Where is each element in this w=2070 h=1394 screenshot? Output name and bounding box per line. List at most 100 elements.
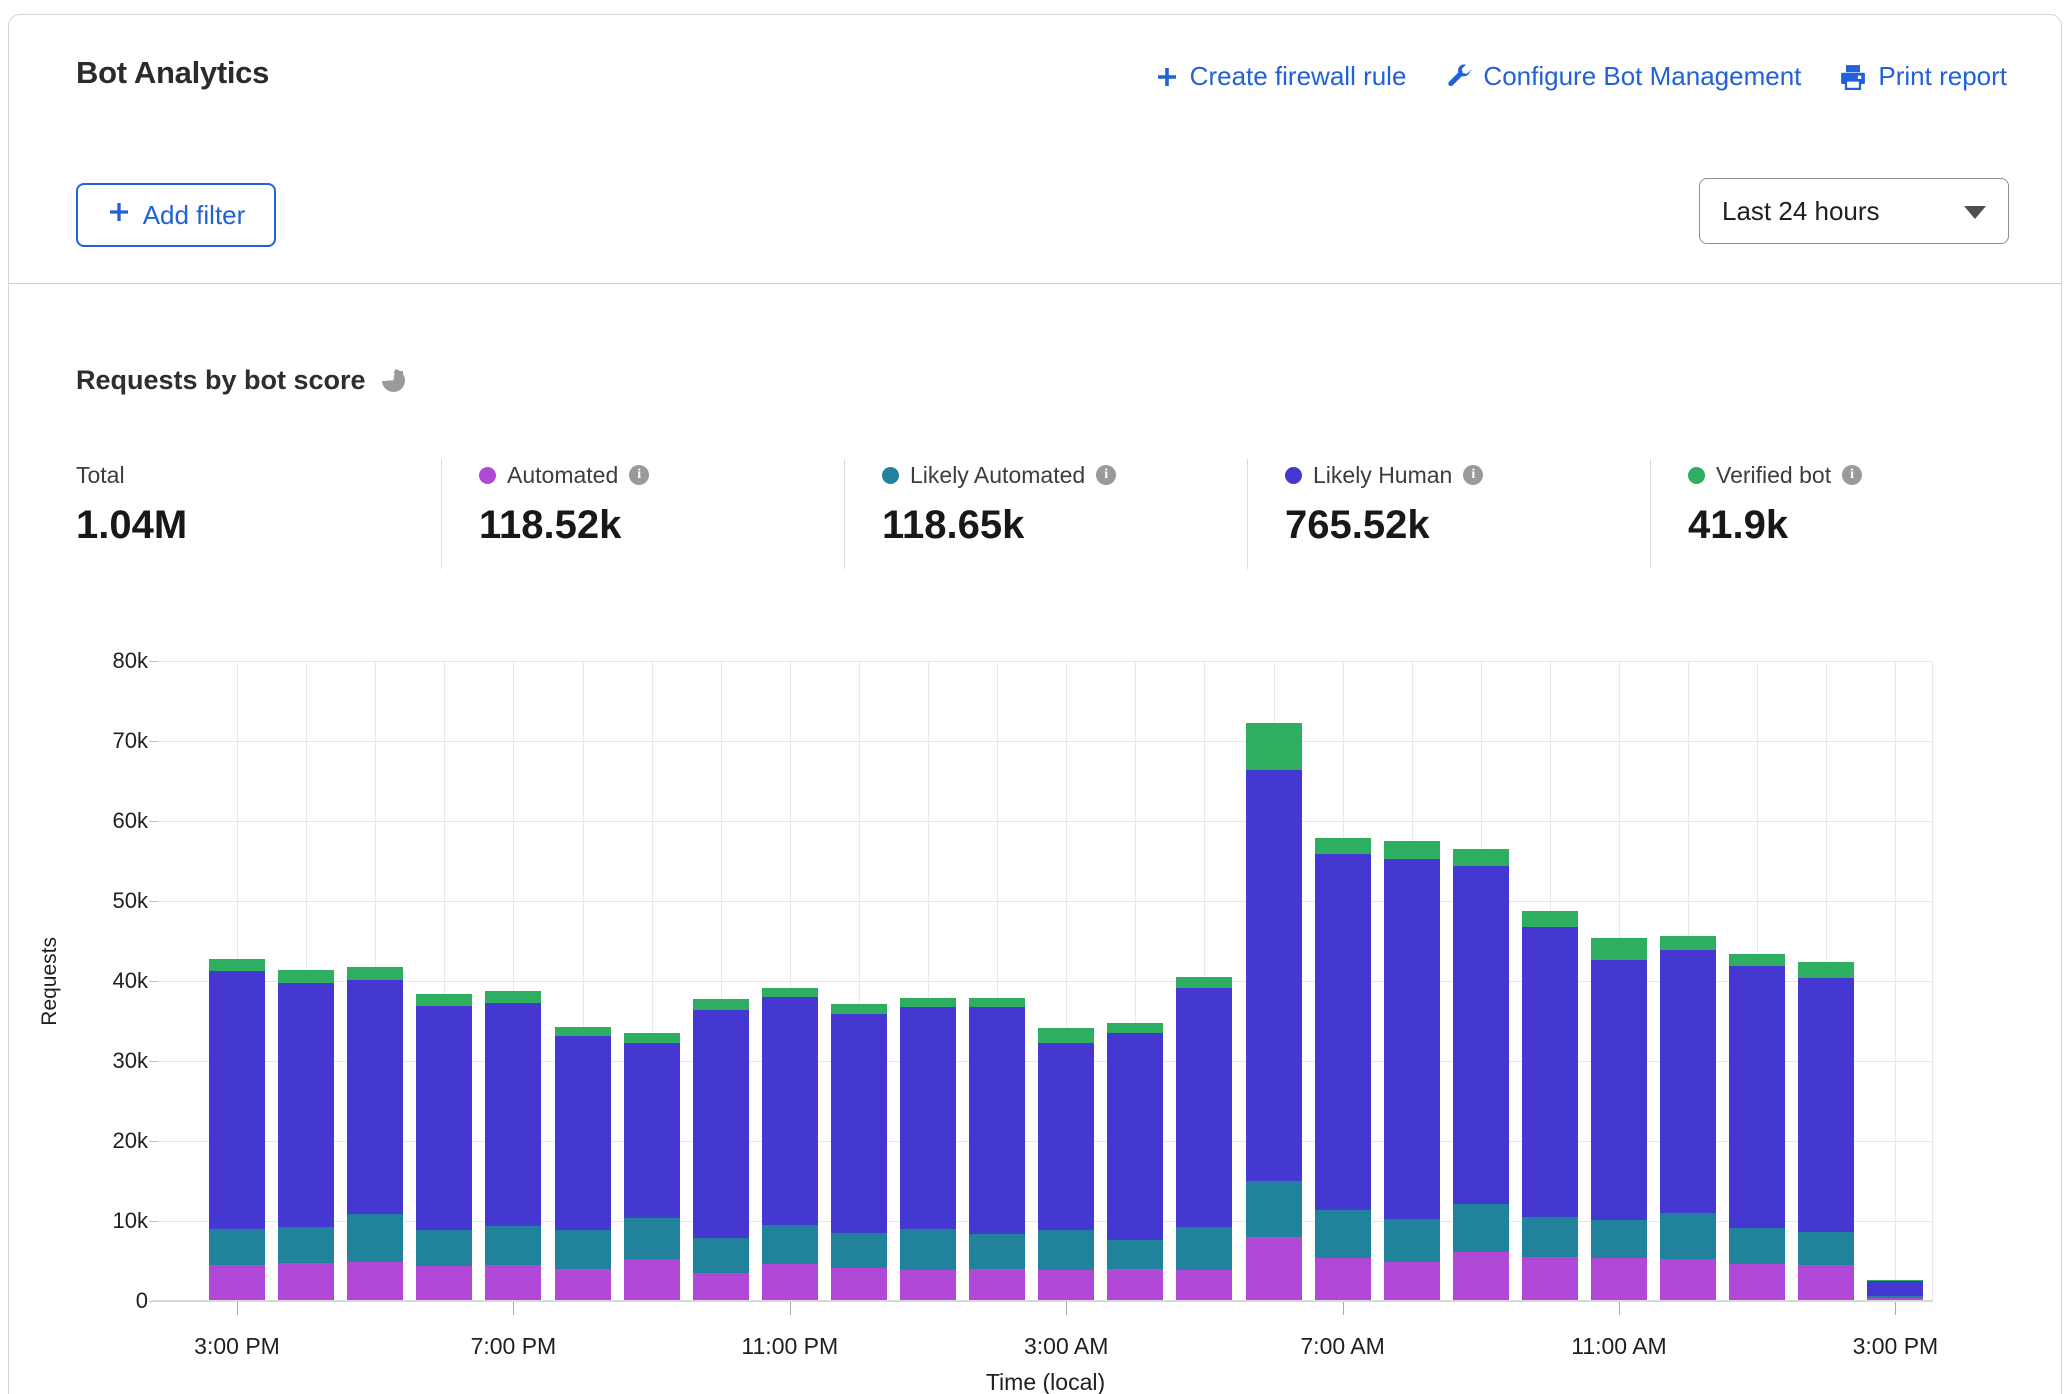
- bar-segment-verified-bot[interactable]: [831, 1004, 887, 1014]
- bar-segment-verified-bot[interactable]: [416, 994, 472, 1006]
- bar-segment-automated[interactable]: [1798, 1265, 1854, 1300]
- bar-segment-likely-human[interactable]: [485, 1003, 541, 1226]
- bar-segment-automated[interactable]: [693, 1273, 749, 1300]
- bar-segment-likely-automated[interactable]: [209, 1229, 265, 1265]
- bar-segment-likely-human[interactable]: [1384, 859, 1440, 1219]
- bar-segment-verified-bot[interactable]: [693, 999, 749, 1010]
- bar-segment-likely-human[interactable]: [555, 1036, 611, 1230]
- bar-segment-verified-bot[interactable]: [485, 991, 541, 1003]
- bar-stack[interactable]: [1246, 723, 1302, 1300]
- bar-segment-verified-bot[interactable]: [347, 967, 403, 980]
- bar-segment-automated[interactable]: [1867, 1298, 1923, 1300]
- bar-segment-automated[interactable]: [1107, 1269, 1163, 1300]
- bar-segment-verified-bot[interactable]: [1246, 723, 1302, 770]
- bar-segment-likely-automated[interactable]: [1315, 1210, 1371, 1258]
- bar-segment-verified-bot[interactable]: [900, 998, 956, 1008]
- bar-segment-verified-bot[interactable]: [1384, 841, 1440, 859]
- bar-segment-verified-bot[interactable]: [1453, 849, 1509, 866]
- bar-segment-likely-human[interactable]: [1176, 988, 1232, 1227]
- bar-segment-likely-human[interactable]: [1867, 1281, 1923, 1296]
- bar-stack[interactable]: [1176, 977, 1232, 1300]
- bar-stack[interactable]: [1867, 1280, 1923, 1300]
- bar-segment-likely-human[interactable]: [900, 1007, 956, 1229]
- bar-stack[interactable]: [624, 1033, 680, 1300]
- bar-stack[interactable]: [416, 994, 472, 1300]
- bar-segment-likely-human[interactable]: [1315, 854, 1371, 1210]
- bar-segment-likely-human[interactable]: [1038, 1043, 1094, 1229]
- bar-segment-automated[interactable]: [1729, 1264, 1785, 1300]
- info-icon[interactable]: i: [1096, 465, 1116, 485]
- bar-stack[interactable]: [209, 959, 265, 1300]
- bar-segment-automated[interactable]: [1315, 1258, 1371, 1300]
- bar-segment-likely-automated[interactable]: [1038, 1230, 1094, 1270]
- bar-stack[interactable]: [1107, 1023, 1163, 1300]
- bar-segment-automated[interactable]: [831, 1268, 887, 1300]
- bar-segment-automated[interactable]: [762, 1264, 818, 1300]
- add-filter-button[interactable]: Add filter: [76, 183, 276, 247]
- bar-segment-likely-automated[interactable]: [555, 1230, 611, 1269]
- bar-segment-likely-automated[interactable]: [762, 1225, 818, 1264]
- bar-segment-likely-automated[interactable]: [1798, 1232, 1854, 1265]
- bar-segment-likely-human[interactable]: [693, 1010, 749, 1238]
- bar-segment-verified-bot[interactable]: [1729, 954, 1785, 967]
- bar-segment-likely-automated[interactable]: [1107, 1240, 1163, 1269]
- bar-segment-automated[interactable]: [278, 1263, 334, 1300]
- bar-segment-likely-automated[interactable]: [485, 1226, 541, 1264]
- bar-segment-likely-human[interactable]: [347, 980, 403, 1214]
- configure-bot-management-link[interactable]: Configure Bot Management: [1444, 61, 1801, 92]
- bar-segment-likely-automated[interactable]: [1176, 1227, 1232, 1270]
- bar-segment-verified-bot[interactable]: [209, 959, 265, 971]
- bar-segment-likely-human[interactable]: [1729, 966, 1785, 1228]
- bar-stack[interactable]: [969, 998, 1025, 1300]
- bar-segment-likely-automated[interactable]: [416, 1230, 472, 1267]
- bar-stack[interactable]: [831, 1004, 887, 1300]
- bar-segment-automated[interactable]: [209, 1265, 265, 1300]
- bar-stack[interactable]: [900, 998, 956, 1300]
- info-icon[interactable]: i: [1463, 465, 1483, 485]
- bar-segment-likely-human[interactable]: [1591, 960, 1647, 1220]
- bar-segment-verified-bot[interactable]: [1522, 911, 1578, 927]
- bar-segment-likely-automated[interactable]: [831, 1233, 887, 1268]
- bar-segment-likely-human[interactable]: [1246, 770, 1302, 1181]
- bar-stack[interactable]: [1591, 938, 1647, 1300]
- bar-segment-likely-human[interactable]: [1660, 950, 1716, 1213]
- bar-segment-automated[interactable]: [1246, 1237, 1302, 1300]
- bar-stack[interactable]: [1798, 962, 1854, 1300]
- bar-segment-automated[interactable]: [1453, 1252, 1509, 1300]
- bar-segment-likely-human[interactable]: [416, 1006, 472, 1229]
- bar-segment-verified-bot[interactable]: [1798, 962, 1854, 978]
- info-icon[interactable]: i: [1842, 465, 1862, 485]
- bar-segment-likely-human[interactable]: [1107, 1033, 1163, 1240]
- bar-segment-likely-human[interactable]: [831, 1014, 887, 1233]
- bar-segment-automated[interactable]: [555, 1269, 611, 1300]
- bar-segment-automated[interactable]: [969, 1269, 1025, 1300]
- bar-segment-automated[interactable]: [624, 1259, 680, 1300]
- print-report-link[interactable]: Print report: [1839, 61, 2007, 92]
- bar-segment-automated[interactable]: [1591, 1258, 1647, 1300]
- bar-stack[interactable]: [278, 970, 334, 1300]
- bar-segment-likely-human[interactable]: [762, 997, 818, 1225]
- bar-segment-automated[interactable]: [1176, 1270, 1232, 1300]
- bar-segment-automated[interactable]: [900, 1270, 956, 1300]
- bar-segment-verified-bot[interactable]: [278, 970, 334, 984]
- bar-stack[interactable]: [762, 988, 818, 1300]
- bar-segment-automated[interactable]: [416, 1266, 472, 1300]
- bar-segment-likely-automated[interactable]: [900, 1229, 956, 1270]
- bar-segment-verified-bot[interactable]: [969, 998, 1025, 1008]
- bar-segment-automated[interactable]: [1038, 1270, 1094, 1300]
- bar-segment-automated[interactable]: [1660, 1259, 1716, 1300]
- bar-segment-likely-human[interactable]: [1798, 978, 1854, 1232]
- time-range-select[interactable]: Last 24 hours: [1699, 178, 2009, 244]
- info-icon[interactable]: i: [629, 465, 649, 485]
- bar-segment-likely-automated[interactable]: [1522, 1217, 1578, 1257]
- bar-segment-verified-bot[interactable]: [1315, 838, 1371, 854]
- bar-segment-verified-bot[interactable]: [624, 1033, 680, 1043]
- bar-segment-likely-automated[interactable]: [278, 1227, 334, 1263]
- bar-segment-likely-automated[interactable]: [1453, 1204, 1509, 1252]
- bar-stack[interactable]: [1453, 849, 1509, 1300]
- bar-segment-likely-automated[interactable]: [1384, 1219, 1440, 1261]
- bar-stack[interactable]: [347, 967, 403, 1300]
- bar-segment-verified-bot[interactable]: [1176, 977, 1232, 988]
- create-firewall-rule-link[interactable]: Create firewall rule: [1155, 61, 1407, 92]
- bar-stack[interactable]: [1384, 841, 1440, 1300]
